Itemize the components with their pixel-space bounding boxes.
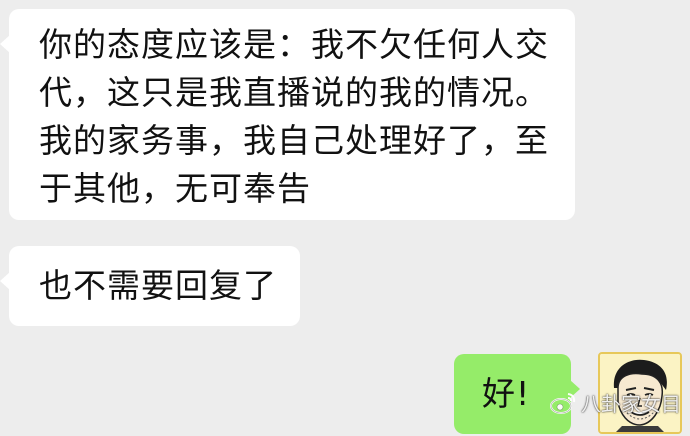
message-line: 代，这只是我直播说的我的情况。 [39, 73, 549, 112]
message-text: 好! [482, 374, 531, 413]
message-line: 我的家务事，我自己处理好了，至 [39, 121, 549, 160]
incoming-message-bubble: 也不需要回复了 [0, 246, 300, 326]
message-line: 于其他，无可奉告 [39, 169, 311, 208]
weibo-icon [550, 392, 576, 414]
watermark-text: 八卦家女目 [581, 392, 681, 416]
message-text: 也不需要回复了 [39, 266, 277, 305]
incoming-message-bubble: 你的态度应该是：我不欠任何人交 代，这只是我直播说的我的情况。 我的家务事，我自… [0, 9, 575, 220]
message-line: 你的态度应该是：我不欠任何人交 [39, 25, 549, 64]
watermark: 八卦家女目 [549, 388, 681, 417]
